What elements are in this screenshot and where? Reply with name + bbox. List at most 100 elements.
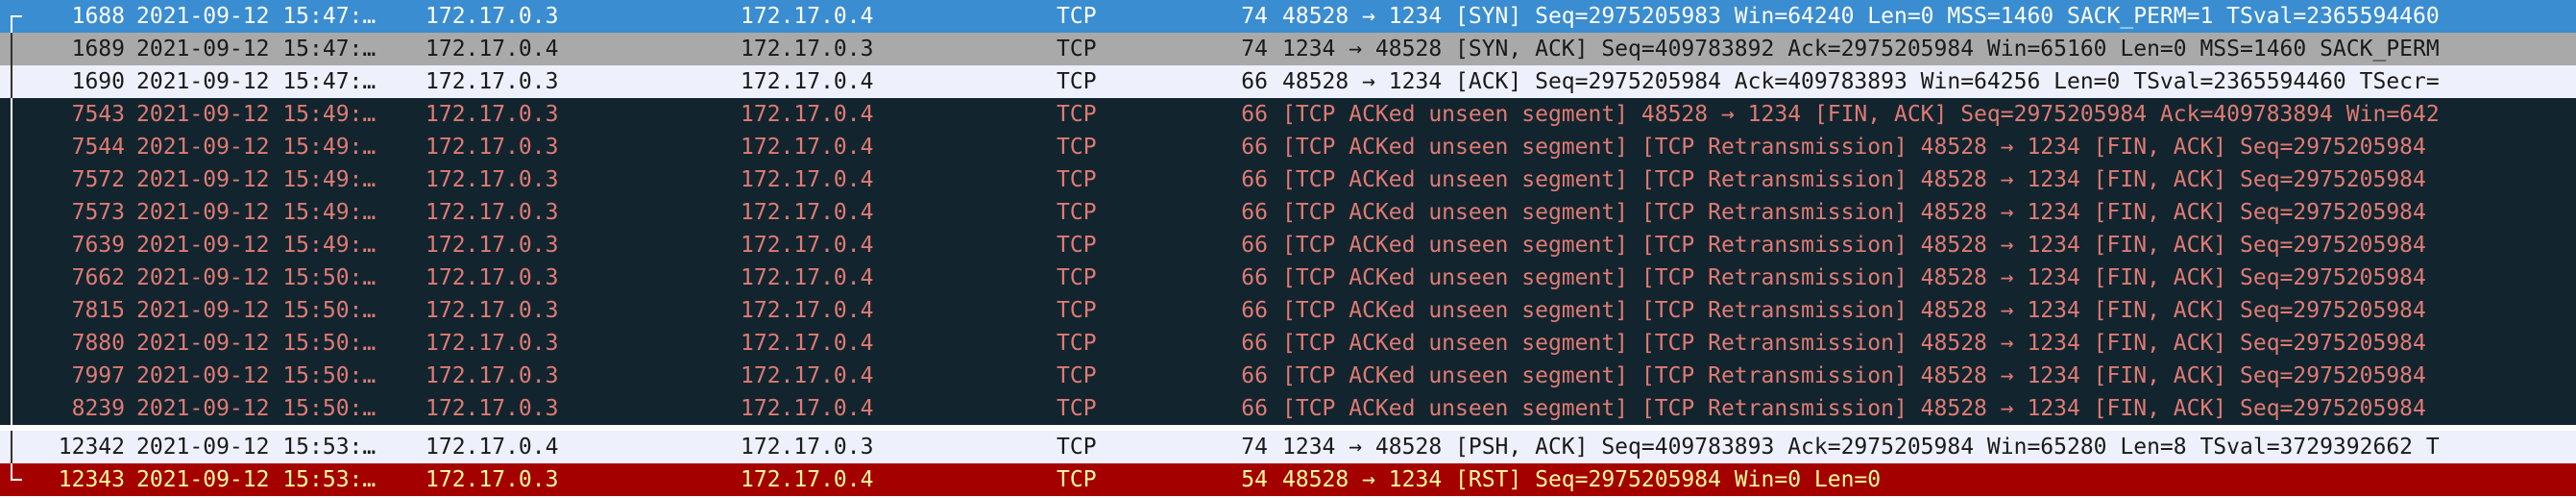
packet-time: 2021-09-12 15:47:… <box>136 4 377 29</box>
packet-source: 172.17.0.3 <box>425 298 559 323</box>
packet-source: 172.17.0.3 <box>425 396 559 421</box>
packet-source: 172.17.0.3 <box>425 167 559 192</box>
packet-source: 172.17.0.3 <box>425 265 559 290</box>
packet-time: 2021-09-12 15:49:… <box>136 200 377 225</box>
packet-length: 66 <box>1241 102 1268 127</box>
packet-row[interactable]: 1690 2021-09-12 15:47:… 172.17.0.3 172.1… <box>0 65 2576 98</box>
packet-info: [TCP ACKed unseen segment] [TCP Retransm… <box>1282 265 2426 290</box>
packet-info: 1234 → 48528 [PSH, ACK] Seq=409783893 Ac… <box>1282 435 2440 460</box>
packet-row[interactable]: 7880 2021-09-12 15:50:… 172.17.0.3 172.1… <box>0 327 2576 360</box>
packet-destination: 172.17.0.3 <box>741 435 874 460</box>
packet-row[interactable]: 7662 2021-09-12 15:50:… 172.17.0.3 172.1… <box>0 261 2576 294</box>
packet-number: 1688 <box>71 4 125 29</box>
packet-info: 48528 → 1234 [RST] Seq=2975205984 Win=0 … <box>1282 467 1882 492</box>
packet-length: 66 <box>1241 167 1268 192</box>
packet-number: 7573 <box>71 200 125 225</box>
packet-protocol: TCP <box>1057 37 1097 62</box>
packet-number: 7880 <box>71 331 125 356</box>
packet-destination: 172.17.0.4 <box>741 467 874 492</box>
packet-protocol: TCP <box>1057 265 1097 290</box>
packet-info: [TCP ACKed unseen segment] [TCP Retransm… <box>1282 167 2426 192</box>
packet-time: 2021-09-12 15:50:… <box>136 298 377 323</box>
packet-destination: 172.17.0.4 <box>741 396 874 421</box>
packet-row[interactable]: 7639 2021-09-12 15:49:… 172.17.0.3 172.1… <box>0 229 2576 261</box>
packet-destination: 172.17.0.4 <box>741 4 874 29</box>
packet-protocol: TCP <box>1057 69 1097 94</box>
packet-protocol: TCP <box>1057 435 1097 460</box>
packet-length: 66 <box>1241 135 1268 160</box>
packet-time: 2021-09-12 15:47:… <box>136 69 377 94</box>
packet-source: 172.17.0.3 <box>425 135 559 160</box>
packet-time: 2021-09-12 15:49:… <box>136 167 377 192</box>
packet-protocol: TCP <box>1057 135 1097 160</box>
packet-number: 1690 <box>71 69 125 94</box>
packet-length: 66 <box>1241 298 1268 323</box>
packet-destination: 172.17.0.4 <box>741 200 874 225</box>
packet-source: 172.17.0.3 <box>425 233 559 258</box>
packet-row[interactable]: 7572 2021-09-12 15:49:… 172.17.0.3 172.1… <box>0 163 2576 196</box>
packet-row[interactable]: 7815 2021-09-12 15:50:… 172.17.0.3 172.1… <box>0 294 2576 327</box>
packet-destination: 172.17.0.4 <box>741 331 874 356</box>
packet-number: 7815 <box>71 298 125 323</box>
packet-source: 172.17.0.3 <box>425 331 559 356</box>
packet-info: 48528 → 1234 [SYN] Seq=2975205983 Win=64… <box>1282 4 2440 29</box>
packet-time: 2021-09-12 15:47:… <box>136 37 377 62</box>
packet-row[interactable]: 1689 2021-09-12 15:47:… 172.17.0.4 172.1… <box>0 33 2576 65</box>
packet-number: 7543 <box>71 102 125 127</box>
packet-time: 2021-09-12 15:49:… <box>136 233 377 258</box>
packet-number: 12342 <box>58 435 125 460</box>
packet-row[interactable]: 12343 2021-09-12 15:53:… 172.17.0.3 172.… <box>0 463 2576 496</box>
packet-destination: 172.17.0.4 <box>741 265 874 290</box>
packet-source: 172.17.0.3 <box>425 69 559 94</box>
packet-destination: 172.17.0.4 <box>741 102 874 127</box>
packet-row[interactable]: 7543 2021-09-12 15:49:… 172.17.0.3 172.1… <box>0 98 2576 131</box>
packet-info: 1234 → 48528 [SYN, ACK] Seq=409783892 Ac… <box>1282 37 2440 62</box>
packet-protocol: TCP <box>1057 102 1097 127</box>
packet-time: 2021-09-12 15:50:… <box>136 331 377 356</box>
packet-number: 7997 <box>71 363 125 388</box>
packet-row[interactable]: 8239 2021-09-12 15:50:… 172.17.0.3 172.1… <box>0 392 2576 425</box>
packet-source: 172.17.0.3 <box>425 467 559 492</box>
packet-info: [TCP ACKed unseen segment] [TCP Retransm… <box>1282 363 2426 388</box>
packet-protocol: TCP <box>1057 298 1097 323</box>
packet-length: 66 <box>1241 200 1268 225</box>
packet-length: 66 <box>1241 233 1268 258</box>
packet-number: 8239 <box>71 396 125 421</box>
packet-info: [TCP ACKed unseen segment] [TCP Retransm… <box>1282 298 2426 323</box>
packet-number: 7639 <box>71 233 125 258</box>
packet-number: 7544 <box>71 135 125 160</box>
packet-row[interactable]: 12342 2021-09-12 15:53:… 172.17.0.4 172.… <box>0 431 2576 463</box>
packet-source: 172.17.0.3 <box>425 200 559 225</box>
packet-source: 172.17.0.4 <box>425 435 559 460</box>
packet-length: 54 <box>1241 467 1268 492</box>
packet-row[interactable]: 7573 2021-09-12 15:49:… 172.17.0.3 172.1… <box>0 196 2576 229</box>
packet-info: [TCP ACKed unseen segment] 48528 → 1234 … <box>1282 102 2440 127</box>
packet-time: 2021-09-12 15:49:… <box>136 102 377 127</box>
packet-source: 172.17.0.4 <box>425 37 559 62</box>
packet-info: [TCP ACKed unseen segment] [TCP Retransm… <box>1282 396 2426 421</box>
packet-protocol: TCP <box>1057 467 1097 492</box>
packet-length: 66 <box>1241 363 1268 388</box>
packet-protocol: TCP <box>1057 200 1097 225</box>
packet-time: 2021-09-12 15:50:… <box>136 363 377 388</box>
packet-destination: 172.17.0.3 <box>741 37 874 62</box>
packet-source: 172.17.0.3 <box>425 4 559 29</box>
packet-list[interactable]: 1688 2021-09-12 15:47:… 172.17.0.3 172.1… <box>0 0 2576 498</box>
packet-time: 2021-09-12 15:50:… <box>136 396 377 421</box>
packet-info: [TCP ACKed unseen segment] [TCP Retransm… <box>1282 200 2426 225</box>
packet-number: 1689 <box>71 37 125 62</box>
packet-info: [TCP ACKed unseen segment] [TCP Retransm… <box>1282 331 2426 356</box>
packet-protocol: TCP <box>1057 331 1097 356</box>
packet-destination: 172.17.0.4 <box>741 298 874 323</box>
packet-length: 74 <box>1241 4 1268 29</box>
packet-number: 7572 <box>71 167 125 192</box>
packet-info: 48528 → 1234 [ACK] Seq=2975205984 Ack=40… <box>1282 69 2440 94</box>
packet-destination: 172.17.0.4 <box>741 69 874 94</box>
packet-row[interactable]: 1688 2021-09-12 15:47:… 172.17.0.3 172.1… <box>0 0 2576 33</box>
packet-protocol: TCP <box>1057 396 1097 421</box>
packet-time: 2021-09-12 15:53:… <box>136 467 377 492</box>
packet-row[interactable]: 7997 2021-09-12 15:50:… 172.17.0.3 172.1… <box>0 360 2576 392</box>
packet-time: 2021-09-12 15:50:… <box>136 265 377 290</box>
packet-row[interactable]: 7544 2021-09-12 15:49:… 172.17.0.3 172.1… <box>0 131 2576 163</box>
packet-time: 2021-09-12 15:53:… <box>136 435 377 460</box>
